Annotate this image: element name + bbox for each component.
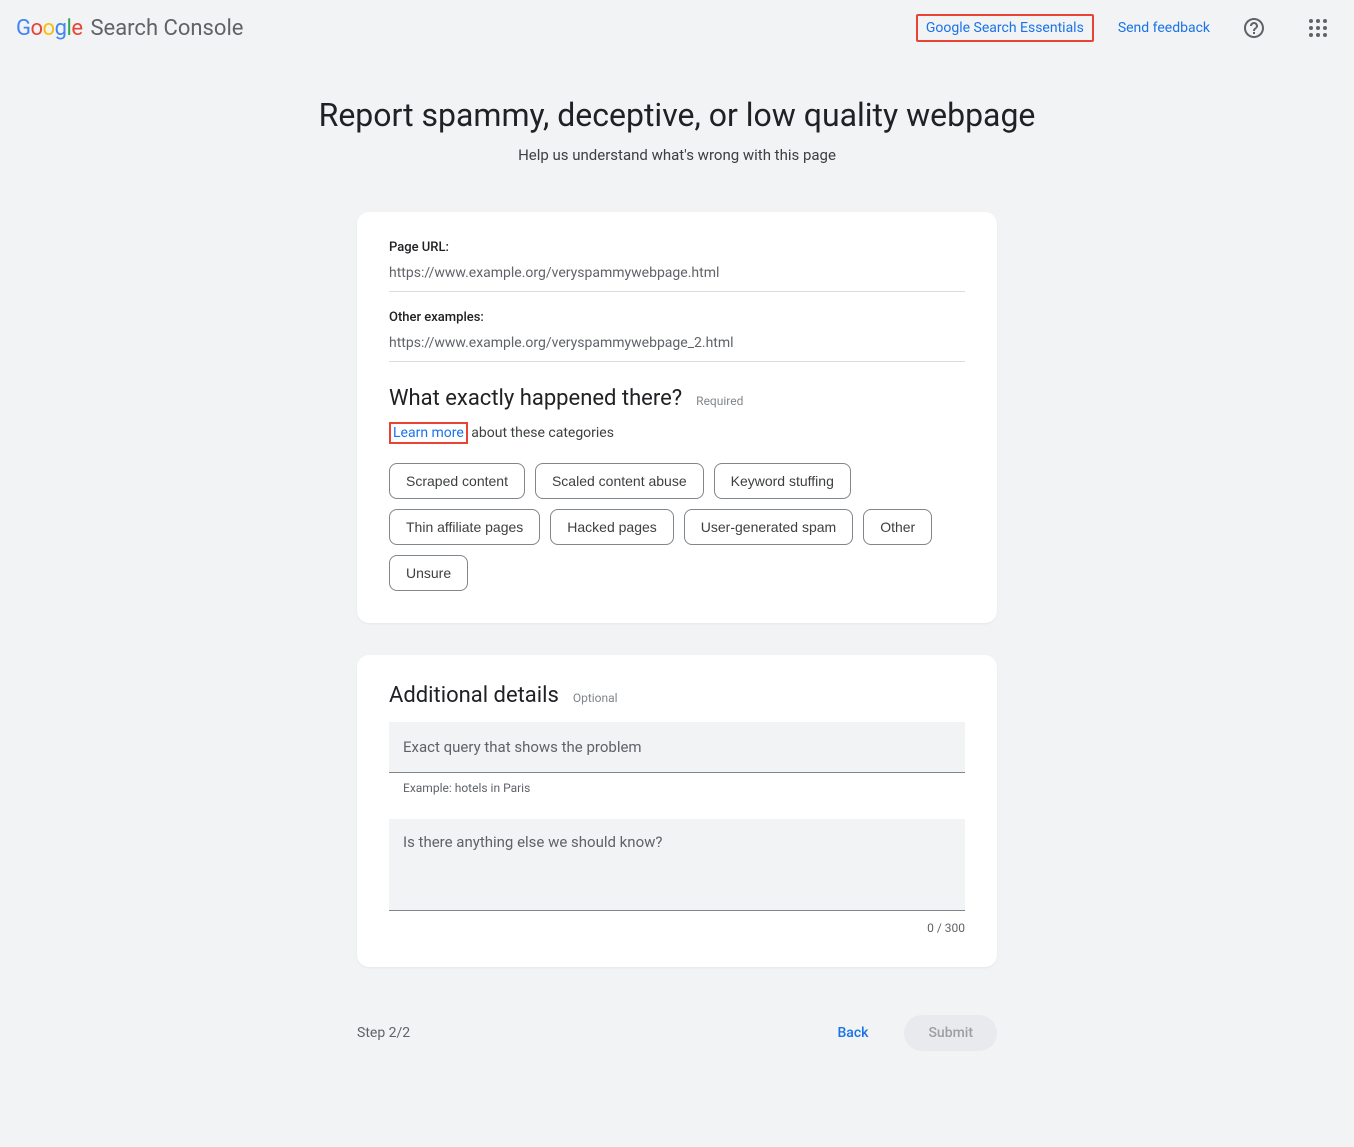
- page-title: Report spammy, deceptive, or low quality…: [237, 96, 1117, 134]
- category-chips: Scraped content Scaled content abuse Key…: [389, 463, 965, 591]
- logo[interactable]: Google Search Console: [16, 16, 243, 41]
- app-header: Google Search Console Google Search Esse…: [0, 0, 1354, 56]
- chip-scaled-content-abuse[interactable]: Scaled content abuse: [535, 463, 704, 499]
- footer-row: Step 2/2 Back Submit: [357, 999, 997, 1051]
- logo-suffix: Search Console: [90, 16, 243, 41]
- learn-more-suffix: about these categories: [468, 425, 614, 441]
- chip-unsure[interactable]: Unsure: [389, 555, 468, 591]
- chip-other[interactable]: Other: [863, 509, 932, 545]
- other-examples-value: https://www.example.org/veryspammywebpag…: [389, 329, 965, 362]
- submit-button[interactable]: Submit: [904, 1015, 997, 1051]
- report-card: Page URL: https://www.example.org/verysp…: [357, 212, 997, 623]
- chip-thin-affiliate[interactable]: Thin affiliate pages: [389, 509, 540, 545]
- exact-query-input[interactable]: [389, 722, 965, 773]
- send-feedback-link[interactable]: Send feedback: [1118, 20, 1210, 36]
- required-badge: Required: [696, 394, 743, 408]
- query-hint: Example: hotels in Paris: [403, 781, 965, 795]
- step-indicator: Step 2/2: [357, 1025, 410, 1041]
- back-button[interactable]: Back: [817, 1015, 888, 1051]
- apps-icon[interactable]: [1298, 8, 1338, 48]
- other-examples-label: Other examples:: [389, 310, 965, 325]
- learn-more-row: Learn more about these categories: [389, 425, 965, 441]
- notes-textarea[interactable]: [389, 819, 965, 911]
- search-essentials-link[interactable]: Google Search Essentials: [916, 14, 1094, 42]
- learn-more-link[interactable]: Learn more: [389, 422, 468, 444]
- char-count: 0 / 300: [389, 921, 965, 935]
- chip-hacked-pages[interactable]: Hacked pages: [550, 509, 674, 545]
- page-subtitle: Help us understand what's wrong with thi…: [237, 146, 1117, 164]
- chip-user-generated-spam[interactable]: User-generated spam: [684, 509, 853, 545]
- page-url-value: https://www.example.org/veryspammywebpag…: [389, 259, 965, 292]
- main-content: Report spammy, deceptive, or low quality…: [237, 56, 1117, 1111]
- additional-details-title: Additional details: [389, 683, 559, 708]
- chip-keyword-stuffing[interactable]: Keyword stuffing: [714, 463, 851, 499]
- help-icon[interactable]: [1234, 8, 1274, 48]
- page-url-label: Page URL:: [389, 240, 965, 255]
- header-actions: Google Search Essentials Send feedback: [916, 8, 1338, 48]
- additional-details-card: Additional details Optional Example: hot…: [357, 655, 997, 967]
- optional-badge: Optional: [573, 691, 618, 705]
- google-logo: Google: [16, 16, 82, 41]
- chip-scraped-content[interactable]: Scraped content: [389, 463, 525, 499]
- what-happened-title: What exactly happened there?: [389, 386, 682, 411]
